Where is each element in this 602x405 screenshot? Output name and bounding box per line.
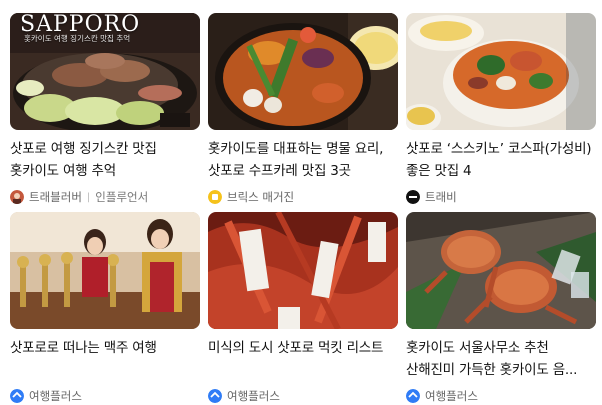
article-card[interactable]: 미식의 도시 삿포로 먹킷 리스트 여행플러스	[208, 212, 398, 404]
beer-taps-photo	[10, 212, 200, 329]
travel-plus-icon	[10, 389, 24, 403]
article-card[interactable]: SAPPORO 홋카이도 여행 징기스칸 맛집 추억 삿포로 여행 징기스칸 맛…	[10, 13, 200, 205]
article-title[interactable]: 삿포로 ‘스스키노’ 코스파(가성비) 좋은 맛집 4	[406, 138, 596, 182]
article-card[interactable]: 홋카이도 서울사무소 추천 산해진미 가득한 홋카이도 음... 여행플러스	[406, 212, 596, 404]
source-name: 트래비	[425, 190, 457, 204]
article-thumbnail[interactable]	[406, 13, 596, 130]
article-title[interactable]: 홋카이도를 대표하는 명물 요리, 삿포로 수프카레 맛집 3곳	[208, 138, 398, 182]
article-source[interactable]: 여행플러스	[406, 388, 596, 404]
travel-plus-icon	[406, 389, 420, 403]
article-thumbnail[interactable]	[208, 13, 398, 130]
article-thumbnail[interactable]	[10, 212, 200, 329]
source-name: 브릭스 매거진	[227, 190, 295, 204]
article-thumbnail[interactable]	[406, 212, 596, 329]
source-separator: |	[86, 191, 91, 203]
article-title[interactable]: 삿포로 여행 징기스칸 맛집 홋카이도 여행 추억	[10, 138, 200, 182]
article-source[interactable]: 트래비	[406, 189, 596, 205]
article-source[interactable]: 여행플러스	[10, 388, 200, 404]
hairy-crab-photo	[406, 212, 596, 329]
article-thumbnail[interactable]: SAPPORO 홋카이도 여행 징기스칸 맛집 추억	[10, 13, 200, 130]
soup-curry-susukino-photo	[406, 13, 596, 130]
king-crab-market-photo	[208, 212, 398, 329]
bricks-magazine-icon	[208, 190, 222, 204]
source-tag: 인플루언서	[95, 190, 149, 204]
travie-logo-icon	[406, 190, 420, 204]
avatar-travelover-icon	[10, 190, 24, 204]
travel-plus-icon	[208, 389, 222, 403]
article-card[interactable]: 삿포로로 떠나는 맥주 여행 여행플러스	[10, 212, 200, 404]
article-title[interactable]: 삿포로로 떠나는 맥주 여행	[10, 337, 200, 381]
article-title[interactable]: 홋카이도 서울사무소 추천 산해진미 가득한 홋카이도 음...	[406, 337, 596, 381]
source-name: 여행플러스	[29, 389, 82, 403]
article-card[interactable]: 삿포로 ‘스스키노’ 코스파(가성비) 좋은 맛집 4 트래비	[406, 13, 596, 205]
article-card-grid: SAPPORO 홋카이도 여행 징기스칸 맛집 추억 삿포로 여행 징기스칸 맛…	[10, 13, 596, 403]
article-source[interactable]: 브릭스 매거진	[208, 189, 398, 205]
article-source[interactable]: 여행플러스	[208, 388, 398, 404]
source-name: 여행플러스	[425, 389, 478, 403]
source-name: 트래블러버	[29, 190, 82, 204]
source-name: 여행플러스	[227, 389, 280, 403]
article-source[interactable]: 트래블러버 | 인플루언서	[10, 189, 200, 205]
article-title[interactable]: 미식의 도시 삿포로 먹킷 리스트	[208, 337, 398, 381]
article-card[interactable]: 홋카이도를 대표하는 명물 요리, 삿포로 수프카레 맛집 3곳 브릭스 매거진	[208, 13, 398, 205]
article-thumbnail[interactable]	[208, 212, 398, 329]
soup-curry-bowl-photo	[208, 13, 398, 130]
thumbnail-overlay-subtitle: 홋카이도 여행 징기스칸 맛집 추억	[24, 34, 131, 43]
